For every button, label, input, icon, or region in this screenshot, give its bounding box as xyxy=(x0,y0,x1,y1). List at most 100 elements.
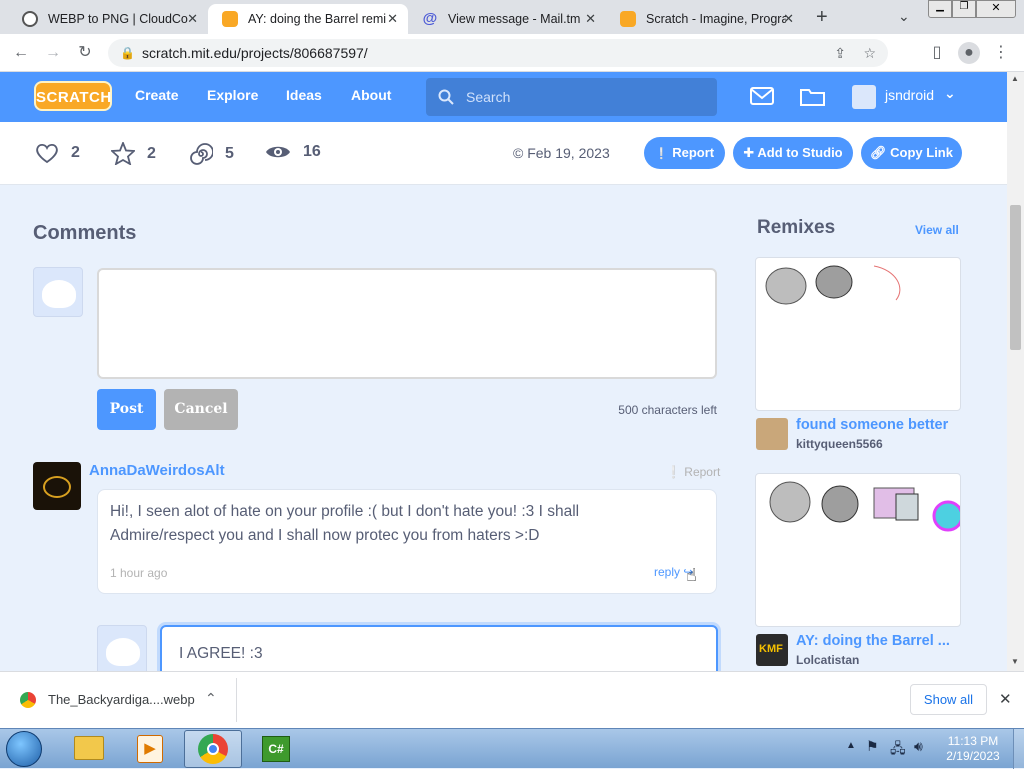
nav-explore[interactable]: Explore xyxy=(207,87,258,103)
close-icon[interactable]: ✕ xyxy=(783,11,794,27)
csharp-ide-icon[interactable]: C# xyxy=(262,736,290,762)
cloudconvert-icon xyxy=(22,11,38,27)
chrome-taskbar-button[interactable] xyxy=(184,730,242,768)
post-button[interactable]: Post xyxy=(97,389,156,430)
scratch-navbar: SCRATCH Create Explore Ideas About Searc… xyxy=(0,72,1007,122)
file-explorer-icon[interactable] xyxy=(74,736,104,760)
tab-scratch-project[interactable]: AY: doing the Barrel remi ✕ xyxy=(208,4,408,34)
scratch-icon xyxy=(222,11,238,27)
scroll-up-icon[interactable]: ▲ xyxy=(1011,74,1019,83)
view-all-remixes-link[interactable]: View all xyxy=(915,223,959,237)
tab-label: Scratch - Imagine, Progra xyxy=(646,12,786,26)
search-input[interactable]: Search xyxy=(426,78,717,116)
close-icon[interactable]: ✕ xyxy=(585,11,596,27)
chevron-up-icon[interactable]: ⌃ xyxy=(205,690,217,707)
new-tab-button[interactable]: + xyxy=(816,6,828,29)
remixer-avatar[interactable]: KMF xyxy=(756,634,788,666)
love-stat[interactable]: 2 xyxy=(35,142,80,164)
back-icon[interactable]: ← xyxy=(10,42,32,64)
copyright-icon: © xyxy=(513,145,524,161)
volume-tray-icon[interactable]: 🔊︎ xyxy=(914,738,923,755)
share-icon[interactable]: ⇪ xyxy=(834,39,846,67)
tab-scratch-home[interactable]: Scratch - Imagine, Progra ✕ xyxy=(606,4,804,34)
side-panel-icon[interactable]: ▯ xyxy=(926,42,948,64)
close-icon[interactable]: ✕ xyxy=(999,690,1012,708)
page-scrollbar[interactable]: ▲ ▼ xyxy=(1007,72,1024,671)
lock-icon: 🔒 xyxy=(120,46,135,60)
flag-icon: ❕ xyxy=(666,465,681,479)
scroll-down-icon[interactable]: ▼ xyxy=(1011,657,1019,666)
remix-title[interactable]: found someone better xyxy=(796,417,948,433)
download-filename[interactable]: The_Backyardiga....webp xyxy=(48,692,195,707)
address-bar[interactable]: 🔒 scratch.mit.edu/projects/806687597/ ⇪ … xyxy=(108,39,888,67)
remixer-avatar[interactable] xyxy=(756,418,788,450)
remix-thumbnail-art xyxy=(769,481,960,532)
tab-cloudconvert[interactable]: WEBP to PNG | CloudCon ✕ xyxy=(8,4,208,34)
messages-icon[interactable] xyxy=(750,87,774,105)
show-all-downloads-button[interactable]: Show all xyxy=(910,684,987,715)
comment-author[interactable]: AnnaDaWeirdosAlt xyxy=(89,462,225,479)
tab-label: AY: doing the Barrel remi xyxy=(248,12,387,26)
comment-bubble: Hi!, I seen alot of hate on your profile… xyxy=(97,489,717,594)
scratch-logo[interactable]: SCRATCH xyxy=(34,81,112,111)
nav-ideas[interactable]: Ideas xyxy=(286,87,322,103)
divider xyxy=(236,678,237,722)
favorite-stat[interactable]: 2 xyxy=(111,142,156,165)
search-icon xyxy=(438,89,454,105)
copy-link-button[interactable]: 🔗︎ Copy Link xyxy=(861,137,962,169)
flag-tray-icon[interactable]: ⚑ xyxy=(866,738,879,755)
cancel-button[interactable]: Cancel xyxy=(164,389,238,430)
minimize-button[interactable]: ▁ xyxy=(928,0,952,18)
tab-label: WEBP to PNG | CloudCon xyxy=(48,12,188,26)
nav-about[interactable]: About xyxy=(351,87,391,103)
share-date: © Feb 19, 2023 xyxy=(513,145,610,161)
menu-icon[interactable]: ⋮ xyxy=(990,42,1012,64)
network-tray-icon[interactable]: 🖧 xyxy=(890,738,906,762)
reply-avatar xyxy=(97,625,147,671)
commenter-avatar[interactable] xyxy=(33,462,81,510)
chevron-down-icon[interactable]: ⌄ xyxy=(944,85,956,102)
account-avatar[interactable] xyxy=(852,85,876,109)
media-player-icon[interactable]: ▶ xyxy=(137,735,163,763)
close-window-button[interactable]: ✕ xyxy=(976,0,1016,18)
project-page-content: Comments Post Cancel 500 characters left… xyxy=(0,185,1007,671)
tab-search-icon[interactable]: ⌄ xyxy=(898,8,910,25)
reload-icon[interactable]: ↻ xyxy=(74,42,96,64)
report-label: Report xyxy=(672,145,715,160)
comment-text-line1: Hi!, I seen alot of hate on your profile… xyxy=(110,503,580,520)
my-avatar xyxy=(33,267,83,317)
start-button[interactable] xyxy=(6,731,42,767)
windows-taskbar: ▶ C# ▲ ⚑ 🖧 🔊︎ 11:13 PM 2/19/2023 xyxy=(0,728,1024,769)
close-icon[interactable]: ✕ xyxy=(187,11,198,27)
remix-author[interactable]: Lolcatistan xyxy=(796,653,859,667)
remix-author[interactable]: kittyqueen5566 xyxy=(796,437,883,451)
eye-icon xyxy=(266,146,290,158)
hand-cursor-icon: ☝ xyxy=(686,565,697,585)
my-stuff-folder-icon[interactable] xyxy=(800,86,825,106)
username[interactable]: jsndroid xyxy=(885,87,934,103)
profile-avatar-icon[interactable]: ● xyxy=(958,42,980,64)
nav-create[interactable]: Create xyxy=(135,87,179,103)
add-to-studio-button[interactable]: ✚ Add to Studio xyxy=(733,137,853,169)
tray-chevron-icon[interactable]: ▲ xyxy=(846,740,856,751)
clock[interactable]: 11:13 PM 2/19/2023 xyxy=(938,734,1008,764)
report-button[interactable]: ❕ Report xyxy=(644,137,725,169)
show-desktop-button[interactable] xyxy=(1013,729,1024,769)
reply-label: reply xyxy=(654,565,681,579)
comment-report-label: Report xyxy=(684,465,721,479)
remix-thumbnail[interactable] xyxy=(755,473,961,627)
scrollbar-thumb[interactable] xyxy=(1010,205,1021,350)
remix-thumbnail[interactable] xyxy=(755,257,961,411)
comments-heading: Comments xyxy=(33,222,137,244)
maximize-button[interactable]: ❐ xyxy=(952,0,976,18)
remix-title[interactable]: AY: doing the Barrel ... xyxy=(796,633,950,649)
comment-text-line2: Admire/respect you and I shall now prote… xyxy=(110,527,540,544)
forward-icon[interactable]: → xyxy=(42,42,64,64)
add-to-studio-label: Add to Studio xyxy=(757,145,843,160)
comment-textarea[interactable] xyxy=(97,268,717,379)
tab-mail[interactable]: @ View message - Mail.tm ✕ xyxy=(408,4,606,34)
bookmark-star-icon[interactable]: ☆ xyxy=(863,39,876,67)
reply-textarea[interactable]: I AGREE! :3 xyxy=(160,625,718,671)
close-icon[interactable]: ✕ xyxy=(387,11,398,27)
comment-report[interactable]: ❕ Report xyxy=(666,465,720,479)
